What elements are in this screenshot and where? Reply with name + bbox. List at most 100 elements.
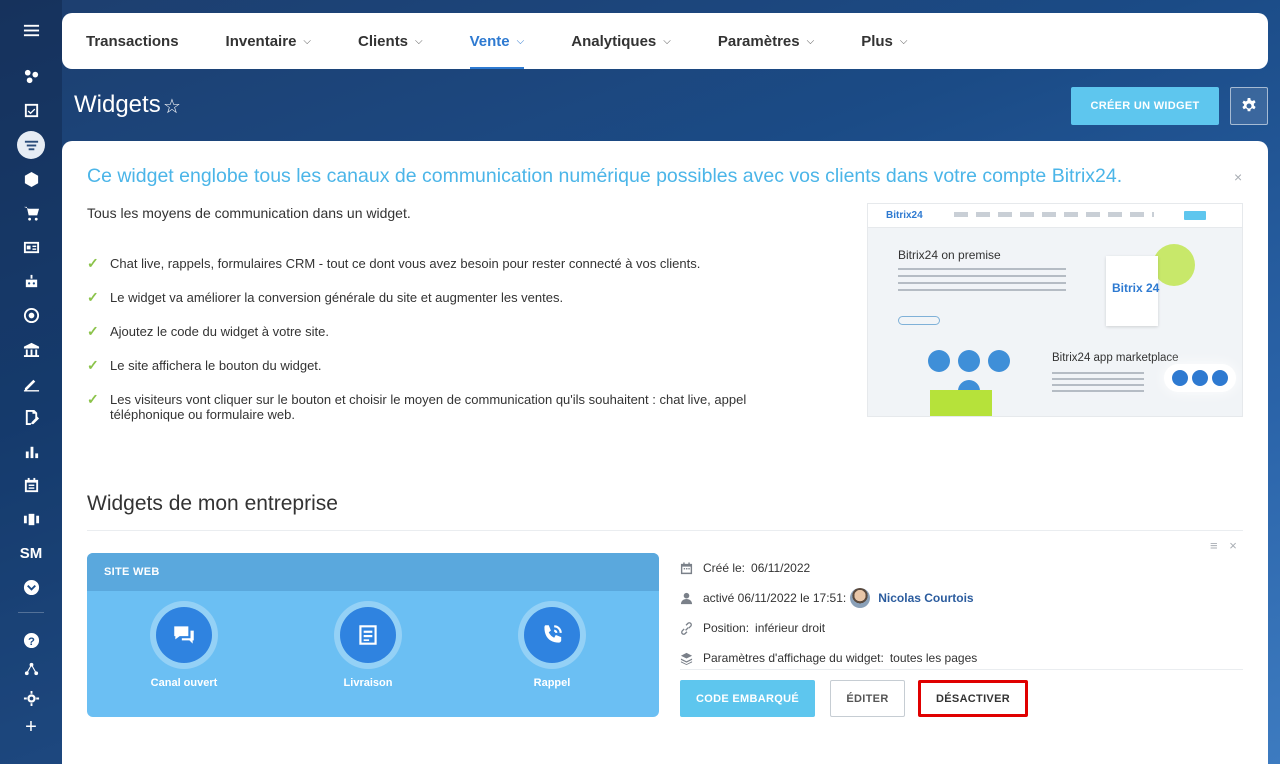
feature-text: Le widget va améliorer la conversion gén… [110,290,564,305]
user-link[interactable]: Nicolas Courtois [878,591,973,605]
preview-dot [1192,370,1208,386]
tab-label: Analytiques [571,32,657,50]
close-icon[interactable]: × [1234,169,1242,185]
list-item: ✓ Le widget va améliorer la conversion gé… [87,290,807,306]
svg-text:?: ? [28,635,35,647]
row-actions[interactable]: ≡ × [1210,538,1241,553]
channel-label: Livraison [343,677,393,689]
form-icon [359,625,377,645]
create-widget-button[interactable]: CRÉER UN WIDGET [1071,87,1219,125]
contact-card-icon[interactable] [17,233,45,261]
channel-ring [334,601,402,669]
robot-icon[interactable] [17,267,45,295]
channel-delivery[interactable]: Livraison [308,601,428,689]
box-icon[interactable] [17,165,45,193]
analytics-icon[interactable] [17,437,45,465]
preview-header: Bitrix24 [868,204,1242,228]
document-edit-icon[interactable] [17,403,45,431]
tab-label: Inventaire [225,32,297,50]
activated-row: activé 06/11/2022 le 17:51: Nicolas Cour… [680,583,1240,613]
tab-label: Transactions [86,32,179,50]
activity-icon[interactable] [17,62,45,90]
video-icon[interactable] [17,505,45,533]
target-icon[interactable] [17,301,45,329]
tab-plus[interactable]: Plus ⌵ [861,13,907,69]
created-value: 06/11/2022 [751,561,811,575]
list-item: ✓ Les visiteurs vont cliquer sur le bouto… [87,391,787,423]
preview-icon [958,350,980,372]
tab-transactions[interactable]: Transactions [86,13,179,69]
widget-info: Créé le: 06/11/2022 activé 06/11/2022 le… [680,553,1240,673]
preview-text [898,268,1066,296]
position-row: Position: inférieur droit [680,613,1240,643]
chevron-down-icon: ⌵ [415,35,423,47]
channel-core [340,607,396,663]
menu-icon[interactable] [17,16,45,44]
add-icon[interactable]: + [17,713,45,741]
channel-callback[interactable]: Rappel [492,601,612,689]
checkmark-icon: ✓ [87,391,99,407]
channel-ring [518,601,586,669]
divider [680,669,1243,670]
chevron-down-icon: ⌵ [663,35,671,47]
activated-label: activé 06/11/2022 le 17:51: [703,591,847,605]
edit-button[interactable]: ÉDITER [830,680,905,717]
signature-icon[interactable] [17,369,45,397]
user-initials[interactable]: SM [17,539,45,567]
layers-icon [680,652,693,665]
cart-icon[interactable] [17,199,45,227]
list-item: ✓ Ajoutez le code du widget à votre site. [87,323,807,340]
widget-card[interactable]: SITE WEB Canal ouvert Livraison Rappel [87,553,659,717]
section-title: Widgets de mon entreprise [87,492,338,515]
tab-label: Vente [469,32,510,50]
tab-inventaire[interactable]: Inventaire ⌵ [226,13,311,69]
chevron-down-circle-icon[interactable] [17,573,45,601]
tab-parametres[interactable]: Paramètres ⌵ [718,13,814,69]
channel-ring [150,601,218,669]
avatar [850,588,871,608]
tab-label: Clients [358,32,409,50]
position-value: inférieur droit [755,621,826,635]
feature-text: Les visiteurs vont cliquer sur le bouton… [110,392,747,422]
main-panel: Ce widget englobe tous les canaux de com… [62,141,1268,764]
feature-list: ✓ Chat live, rappels, formulaires CRM - t… [87,256,807,441]
channel-core [524,607,580,663]
tab-analytiques[interactable]: Analytiques ⌵ [571,13,671,69]
gear-icon [1242,98,1256,112]
chevron-down-icon: ⌵ [806,35,815,47]
preview-dot [1212,370,1228,386]
rail-divider [18,612,44,613]
list-item: ✓ Chat live, rappels, formulaires CRM - t… [87,256,807,272]
settings-icon[interactable] [17,684,45,712]
list-item: ✓ Le site affichera le bouton du widget. [87,358,807,374]
sales-funnel-icon[interactable] [17,131,45,159]
phone-icon [544,625,562,643]
tab-label: Paramètres [717,32,800,50]
checkmark-icon: ✓ [87,323,99,339]
calendar-list-icon[interactable] [17,471,45,499]
calendar-icon [680,561,693,574]
channel-open[interactable]: Canal ouvert [124,601,244,689]
settings-button[interactable] [1230,87,1268,125]
preview-green-box [930,390,992,416]
feature-text: Le site affichera le bouton du widget. [110,358,322,373]
network-icon[interactable] [17,655,45,683]
tab-clients[interactable]: Clients ⌵ [358,13,423,69]
chat-icon [174,626,194,644]
left-sidebar: SM ? + [0,0,62,764]
tasks-icon[interactable] [17,96,45,124]
feature-text: Ajoutez le code du widget à votre site. [110,324,329,339]
store-icon[interactable] [17,335,45,363]
help-icon[interactable]: ? [17,626,45,654]
embed-code-button[interactable]: CODE EMBARQUÉ [680,680,815,717]
divider [87,530,1243,531]
widget-type: SITE WEB [87,553,659,591]
star-icon[interactable]: ☆ [163,94,181,119]
preview-circle [1153,244,1195,286]
intro-title: Ce widget englobe tous les canaux de com… [87,165,1123,187]
top-navigation: Transactions Inventaire ⌵ Clients ⌵ Vente ⌵… [62,13,1268,69]
disable-button[interactable]: DÉSACTIVER [918,680,1028,717]
chevron-down-icon: ⌵ [899,35,908,47]
tab-vente[interactable]: Vente ⌵ [469,13,524,69]
created-row: Créé le: 06/11/2022 [680,553,1240,583]
